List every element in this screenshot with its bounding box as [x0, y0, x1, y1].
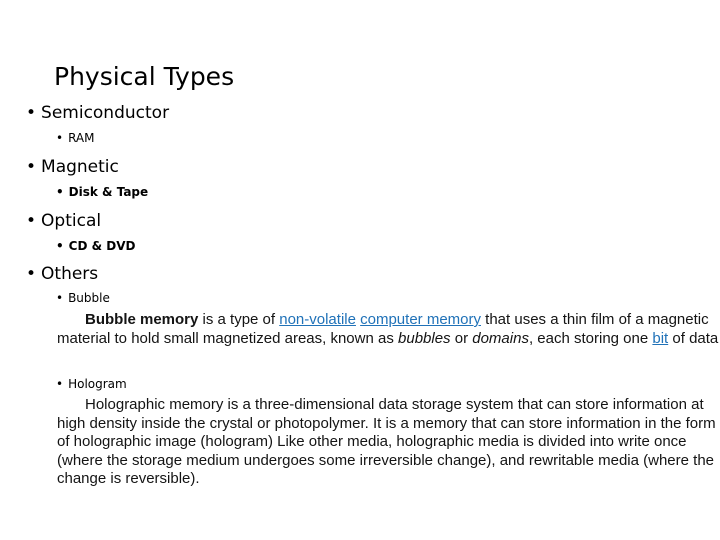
- bullet-item-optical: • Optical: [26, 211, 101, 232]
- bullet-label-ram: RAM: [68, 131, 95, 145]
- link-bit[interactable]: bit: [652, 330, 668, 347]
- bullet-glyph-icon: •: [26, 264, 37, 284]
- bullet-glyph-icon: •: [56, 377, 64, 391]
- bullet-item-cd-and-dvd: • CD & DVD: [56, 239, 135, 254]
- bullet-label-others: Others: [41, 264, 99, 284]
- paragraph-holographic-memory: Holographic memory is a three-dimensiona…: [57, 396, 716, 487]
- bullet-item-disk-and-tape: • Disk & Tape: [56, 185, 148, 200]
- bubble-text-segment-4: or: [450, 329, 473, 347]
- bubble-text-segment-6: of data: [668, 329, 719, 347]
- bubble-text-segment-1: is a type of: [198, 311, 280, 328]
- bullet-label-disk-and-tape: Disk & Tape: [68, 185, 149, 199]
- bubble-italic-bubbles: bubbles: [398, 329, 451, 347]
- bubble-text-segment-5: , each storing one: [528, 329, 653, 347]
- bullet-glyph-icon: •: [56, 239, 64, 253]
- bullet-glyph-icon: •: [26, 157, 37, 177]
- bullet-item-ram: • RAM: [56, 131, 95, 146]
- bullet-item-hologram: • Hologram: [56, 377, 127, 392]
- bullet-glyph-icon: •: [56, 185, 64, 199]
- bullet-glyph-icon: •: [26, 211, 37, 231]
- bubble-italic-domains: domains: [472, 329, 529, 347]
- page-title: Physical Types: [54, 62, 235, 91]
- bullet-glyph-icon: •: [26, 103, 37, 123]
- bullet-label-semiconductor: Semiconductor: [41, 103, 170, 123]
- link-computer-memory[interactable]: computer memory: [360, 311, 481, 328]
- bullet-item-magnetic: • Magnetic: [26, 157, 119, 178]
- bullet-item-bubble: • Bubble: [56, 291, 110, 306]
- bullet-label-optical: Optical: [41, 211, 102, 231]
- bullet-item-others: • Others: [26, 264, 98, 285]
- paragraph-bubble-memory: Bubble memory is a type of non-volatile …: [57, 311, 720, 348]
- bullet-label-cd-and-dvd: CD & DVD: [68, 239, 136, 253]
- bullet-item-semiconductor: • Semiconductor: [26, 103, 169, 124]
- link-non-volatile[interactable]: non-volatile: [279, 311, 356, 328]
- bullet-label-bubble: Bubble: [68, 291, 110, 305]
- bullet-glyph-icon: •: [56, 291, 64, 305]
- bubble-lead-bold: Bubble memory: [85, 311, 199, 328]
- bullet-label-hologram: Hologram: [68, 377, 127, 391]
- slide-canvas: Physical Types • Semiconductor • RAM • Magn…: [0, 0, 720, 540]
- bullet-glyph-icon: •: [56, 131, 64, 145]
- bullet-label-magnetic: Magnetic: [41, 157, 119, 177]
